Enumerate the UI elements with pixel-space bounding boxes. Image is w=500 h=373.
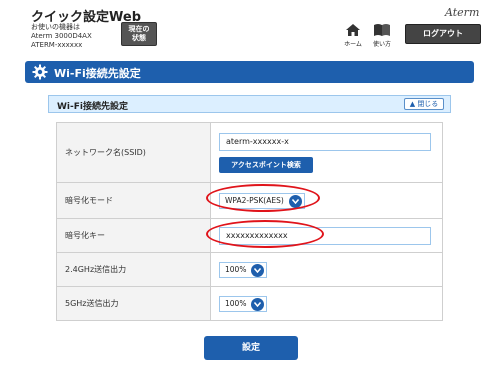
tx-power-5ghz-label: 5GHz送信出力: [56, 286, 211, 321]
section-title: Wi-Fi接続先設定: [54, 67, 141, 80]
gear-icon: [32, 64, 48, 80]
encryption-mode-highlight: [206, 184, 320, 212]
device-info: お使いの機器は Aterm 3000D4AX ATERM-xxxxxx: [31, 23, 92, 50]
encryption-mode-label: 暗号化モード: [56, 182, 211, 219]
form-row-tx-power-5ghz: 5GHz送信出力 100%: [56, 286, 443, 321]
encryption-key-highlight: [206, 220, 324, 248]
device-info-line: お使いの機器は: [31, 23, 80, 31]
encryption-key-label: 暗号化キー: [56, 218, 211, 253]
guide-button[interactable]: 使い方: [369, 23, 395, 48]
access-point-search-button[interactable]: アクセスポイント検索: [219, 156, 313, 173]
logout-button[interactable]: ログアウト: [405, 24, 481, 44]
collapse-button[interactable]: ▲ 閉じる: [404, 98, 444, 110]
ssid-input[interactable]: aterm-xxxxxx-x: [219, 132, 431, 151]
header: クイック設定Web お使いの機器は Aterm 3000D4AX ATERM-x…: [0, 0, 500, 56]
tx-power-5ghz-cell: 100%: [210, 286, 443, 321]
tx-power-24ghz-value: 100%: [225, 264, 247, 274]
tx-power-24ghz-cell: 100%: [210, 252, 443, 287]
form-row-tx-power-24ghz: 2.4GHz送信出力 100%: [56, 252, 443, 287]
chevron-down-icon: [251, 297, 265, 311]
tx-power-5ghz-select[interactable]: 100%: [219, 295, 268, 312]
tx-power-24ghz-label: 2.4GHz送信出力: [56, 252, 211, 287]
home-icon: [346, 24, 360, 36]
submit-button[interactable]: 設定: [204, 336, 298, 360]
device-model: Aterm 3000D4AX: [31, 32, 92, 40]
guide-label: 使い方: [372, 41, 391, 48]
tx-power-24ghz-select[interactable]: 100%: [219, 261, 268, 278]
collapse-label: 閉じる: [417, 100, 439, 108]
current-status-button[interactable]: 現在の 状態: [121, 22, 157, 46]
brand-logo: Aterm: [445, 6, 480, 19]
chevron-up-icon: ▲: [409, 100, 416, 108]
form-row-ssid: ネットワーク名(SSID) aterm-xxxxxx-x アクセスポイント検索: [56, 122, 443, 183]
tx-power-5ghz-value: 100%: [225, 298, 247, 308]
section-title-bar: Wi-Fi接続先設定: [25, 61, 474, 83]
device-name: ATERM-xxxxxx: [31, 41, 83, 49]
chevron-down-icon: [251, 263, 265, 277]
panel-header: Wi-Fi接続先設定 ▲ 閉じる: [48, 95, 451, 113]
book-icon: [374, 24, 390, 36]
ssid-cell: aterm-xxxxxx-x アクセスポイント検索: [210, 122, 443, 183]
home-button[interactable]: ホーム: [340, 23, 366, 48]
ssid-label: ネットワーク名(SSID): [56, 122, 211, 183]
home-label: ホーム: [344, 41, 362, 48]
panel-title: Wi-Fi接続先設定: [57, 102, 128, 112]
